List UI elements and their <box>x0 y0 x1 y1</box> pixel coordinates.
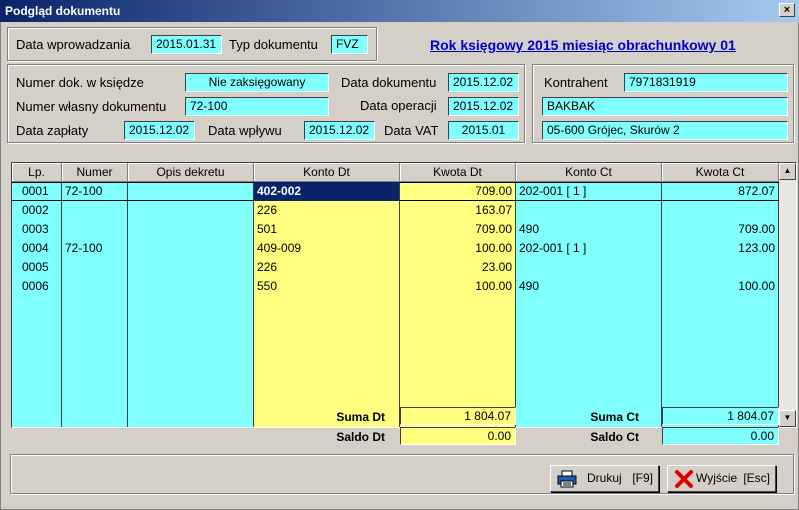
data-wprowadzania-label: Data wprowadzania <box>16 37 131 52</box>
suma-ct-field: 1 804.07 <box>662 407 779 425</box>
cell-konto-dt[interactable]: 402-002 <box>254 182 399 201</box>
suma-dt-label: Suma Dt <box>336 410 385 424</box>
cell-lp[interactable]: 0004 <box>12 239 61 258</box>
cell-kwota-ct[interactable]: 709.00 <box>662 220 778 239</box>
cell-numer[interactable]: 72-100 <box>62 239 127 258</box>
cell-kwota-dt[interactable]: 709.00 <box>400 220 515 239</box>
header-lp[interactable]: Lp. <box>12 163 62 182</box>
cell-kwota-dt[interactable]: 100.00 <box>400 239 515 258</box>
kontrahent-address-field: 05-600 Grójec, Skurów 2 <box>542 121 788 140</box>
header-konto-ct[interactable]: Konto Ct <box>516 163 662 182</box>
kontrahent-label: Kontrahent <box>544 75 608 90</box>
printer-icon <box>557 470 577 488</box>
close-button[interactable]: × <box>779 3 795 17</box>
cell-lp[interactable]: 0003 <box>12 220 61 239</box>
cell-numer[interactable] <box>62 220 127 239</box>
cell-kwota-dt[interactable]: 163.07 <box>400 201 515 220</box>
cell-opis[interactable] <box>128 182 253 201</box>
print-shortcut: [F9] <box>632 471 653 485</box>
data-dokumentu-field: 2015.12.02 <box>448 73 519 92</box>
cell-opis[interactable] <box>128 258 253 277</box>
data-zaplaty-label: Data zapłaty <box>16 123 89 138</box>
cell-opis[interactable] <box>128 201 253 220</box>
cell-konto-ct[interactable] <box>516 258 661 277</box>
cell-opis[interactable] <box>128 277 253 296</box>
cell-numer[interactable]: 72-100 <box>62 182 127 201</box>
data-wprowadzania-field: 2015.01.31 <box>151 35 222 54</box>
cell-kwota-dt[interactable]: 100.00 <box>400 277 515 296</box>
header-konto-dt[interactable]: Konto Dt <box>254 163 400 182</box>
cell-konto-ct[interactable] <box>516 201 661 220</box>
kontrahent-nip-field: 7971831919 <box>624 73 788 92</box>
cell-kwota-dt[interactable]: 709.00 <box>400 182 515 201</box>
header-opis[interactable]: Opis dekretu <box>128 163 254 182</box>
numer-wlasny-label: Numer własny dokumentu <box>16 99 167 114</box>
typ-dokumentu-field: FVZ <box>331 35 368 54</box>
scroll-up-button[interactable]: ▲ <box>779 163 796 180</box>
cell-konto-ct[interactable]: 202-001 [ 1 ] <box>516 182 661 201</box>
saldo-dt-label: Saldo Dt <box>336 430 385 444</box>
cell-numer[interactable] <box>62 277 127 296</box>
cell-lp[interactable]: 0006 <box>12 277 61 296</box>
cell-opis[interactable] <box>128 239 253 258</box>
cell-lp[interactable]: 0002 <box>12 201 61 220</box>
data-zaplaty-field: 2015.12.02 <box>124 121 195 140</box>
header-kwota-ct[interactable]: Kwota Ct <box>662 163 779 182</box>
saldo-dt-field: 0.00 <box>400 427 516 445</box>
data-vat-label: Data VAT <box>384 123 439 138</box>
cell-konto-ct[interactable]: 490 <box>516 277 661 296</box>
exit-label: Wyjście <box>696 471 738 485</box>
exit-button[interactable]: Wyjście [Esc] <box>667 465 776 492</box>
numer-wlasny-field: 72-100 <box>185 97 329 116</box>
cell-kwota-ct[interactable] <box>662 258 778 277</box>
kontrahent-name-field: BAKBAK <box>542 97 788 116</box>
cell-konto-dt[interactable]: 501 <box>254 220 399 239</box>
data-dokumentu-label: Data dokumentu <box>341 75 437 90</box>
cell-lp[interactable]: 0001 <box>12 182 61 201</box>
exit-shortcut: [Esc] <box>743 471 770 485</box>
exit-x-icon <box>675 470 693 488</box>
cell-konto-dt[interactable]: 226 <box>254 201 399 220</box>
cell-numer[interactable] <box>62 258 127 277</box>
data-vat-field: 2015.01 <box>448 121 519 140</box>
title-bar: Podgląd dokumentu × <box>0 0 799 22</box>
scroll-down-button[interactable]: ▼ <box>779 410 796 427</box>
window-body: Data wprowadzania 2015.01.31 Typ dokumen… <box>0 22 799 510</box>
typ-dokumentu-label: Typ dokumentu <box>229 37 318 52</box>
cell-konto-dt[interactable]: 226 <box>254 258 399 277</box>
cell-kwota-ct[interactable]: 872.07 <box>662 182 778 201</box>
suma-dt-field: 1 804.07 <box>400 407 516 425</box>
grid-header: Lp. Numer Opis dekretu Konto Dt Kwota Dt… <box>12 163 779 182</box>
numer-ksiedze-label: Numer dok. w księdze <box>16 75 144 90</box>
cell-konto-ct[interactable]: 202-001 [ 1 ] <box>516 239 661 258</box>
print-button[interactable]: Drukuj [F9] <box>550 465 659 492</box>
data-operacji-field: 2015.12.02 <box>448 97 519 116</box>
header-numer[interactable]: Numer <box>62 163 128 182</box>
cell-kwota-ct[interactable]: 123.00 <box>662 239 778 258</box>
window-title: Podgląd dokumentu <box>5 4 121 18</box>
cell-kwota-ct[interactable]: 100.00 <box>662 277 778 296</box>
data-wplywu-field: 2015.12.02 <box>304 121 375 140</box>
data-wplywu-label: Data wpływu <box>208 123 282 138</box>
cell-konto-ct[interactable]: 490 <box>516 220 661 239</box>
print-label: Drukuj <box>587 471 622 485</box>
saldo-ct-label: Saldo Ct <box>590 430 639 444</box>
cell-lp[interactable]: 0005 <box>12 258 61 277</box>
period-link[interactable]: Rok księgowy 2015 miesiąc obrachunkowy 0… <box>430 37 736 53</box>
postings-grid[interactable]: Lp. Numer Opis dekretu Konto Dt Kwota Dt… <box>11 162 797 428</box>
cell-kwota-dt[interactable]: 23.00 <box>400 258 515 277</box>
saldo-ct-field: 0.00 <box>662 427 779 445</box>
cell-konto-dt[interactable]: 550 <box>254 277 399 296</box>
cell-opis[interactable] <box>128 220 253 239</box>
cell-numer[interactable] <box>62 201 127 220</box>
suma-ct-label: Suma Ct <box>590 410 639 424</box>
numer-ksiedze-field: Nie zaksięgowany <box>185 73 329 92</box>
cell-kwota-ct[interactable] <box>662 201 778 220</box>
vertical-scrollbar[interactable]: ▲ ▼ <box>779 163 796 427</box>
header-kwota-dt[interactable]: Kwota Dt <box>400 163 516 182</box>
cell-konto-dt[interactable]: 409-009 <box>254 239 399 258</box>
data-operacji-label: Data operacji <box>360 98 437 113</box>
